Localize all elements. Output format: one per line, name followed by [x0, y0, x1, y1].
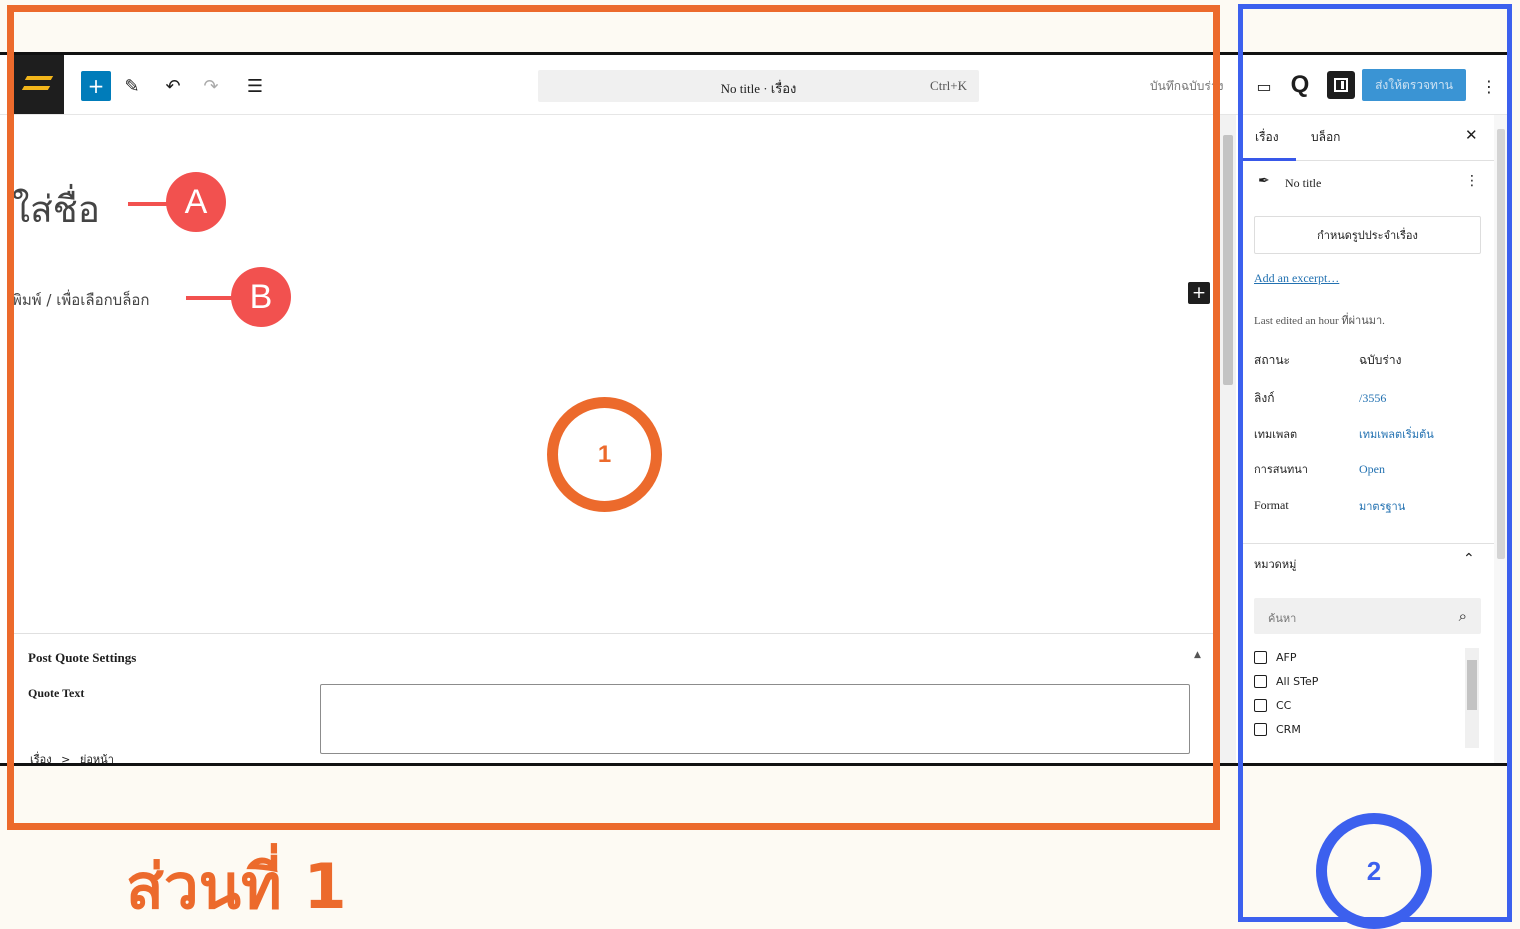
- section-2-badge: 2: [1316, 813, 1432, 929]
- marker-a: A: [166, 172, 226, 232]
- part-title: ส่วนที่ 1: [126, 850, 347, 923]
- canvas-scrollbar[interactable]: [1220, 115, 1236, 763]
- marker-b: B: [231, 267, 291, 327]
- marker-a-leader: [128, 202, 170, 206]
- section-1-badge: 1: [547, 397, 662, 512]
- section-2-frame: [1238, 4, 1512, 922]
